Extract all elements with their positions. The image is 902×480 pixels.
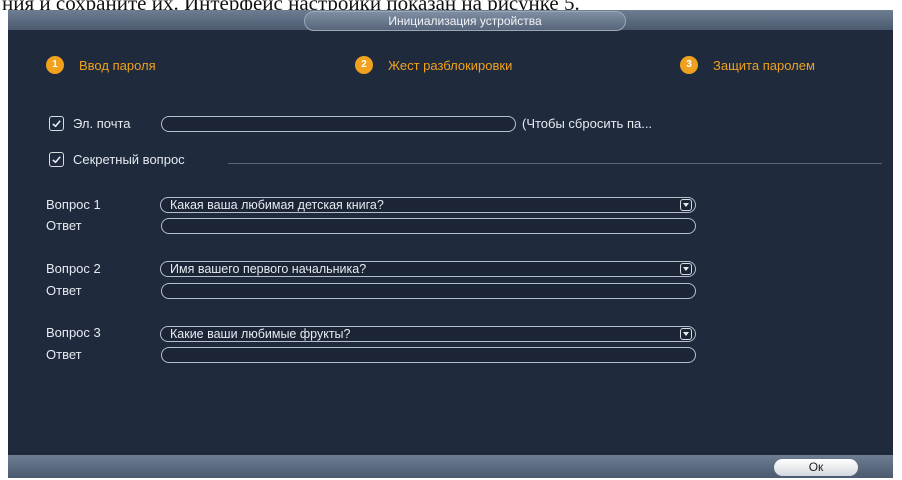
question-3-value: Какие ваши любимые фрукты? xyxy=(170,327,351,341)
question-2-label: Вопрос 2 xyxy=(46,261,101,276)
ok-button[interactable]: Ок xyxy=(774,459,858,476)
email-field[interactable] xyxy=(161,116,516,132)
title-bar: Инициализация устройства xyxy=(8,10,893,31)
answer-3-label: Ответ xyxy=(46,347,82,362)
device-init-window: Инициализация устройства 1 Ввод пароля 2… xyxy=(8,10,893,478)
answer-2-label: Ответ xyxy=(46,283,82,298)
email-label: Эл. почта xyxy=(73,116,131,131)
secret-question-checkbox[interactable] xyxy=(49,152,64,167)
step-2-number: 2 xyxy=(355,56,373,74)
step-2-label: Жест разблокировки xyxy=(388,57,513,73)
step-3-label: Защита паролем xyxy=(713,57,815,73)
checkmark-icon xyxy=(52,120,61,128)
email-hint: (Чтобы сбросить па... xyxy=(522,116,653,131)
email-checkbox[interactable] xyxy=(49,116,64,131)
chevron-down-icon[interactable] xyxy=(680,199,692,211)
chevron-down-icon[interactable] xyxy=(680,328,692,340)
answer-2-field[interactable] xyxy=(161,283,696,299)
step-1: 1 Ввод пароля xyxy=(46,56,156,74)
question-1-value: Какая ваша любимая детская книга? xyxy=(170,198,384,212)
checkmark-icon xyxy=(52,156,61,164)
secret-question-label: Секретный вопрос xyxy=(73,152,185,167)
question-2-select[interactable]: Имя вашего первого начальника? xyxy=(160,261,696,277)
question-1-label: Вопрос 1 xyxy=(46,197,101,212)
step-2: 2 Жест разблокировки xyxy=(355,56,512,74)
chevron-down-icon[interactable] xyxy=(680,263,692,275)
answer-1-field[interactable] xyxy=(161,218,696,234)
answer-3-field[interactable] xyxy=(161,347,696,363)
answer-1-label: Ответ xyxy=(46,218,82,233)
footer-bar: Ок xyxy=(8,455,893,478)
question-3-select[interactable]: Какие ваши любимые фрукты? xyxy=(160,326,696,342)
step-1-label: Ввод пароля xyxy=(79,57,156,73)
step-3: 3 Защита паролем xyxy=(680,56,815,74)
step-3-number: 3 xyxy=(680,56,698,74)
question-1-select[interactable]: Какая ваша любимая детская книга? xyxy=(160,197,696,213)
window-title: Инициализация устройства xyxy=(304,11,626,31)
step-1-number: 1 xyxy=(46,56,64,74)
question-3-label: Вопрос 3 xyxy=(46,325,101,340)
question-2-value: Имя вашего первого начальника? xyxy=(170,262,367,276)
section-divider xyxy=(228,163,882,164)
